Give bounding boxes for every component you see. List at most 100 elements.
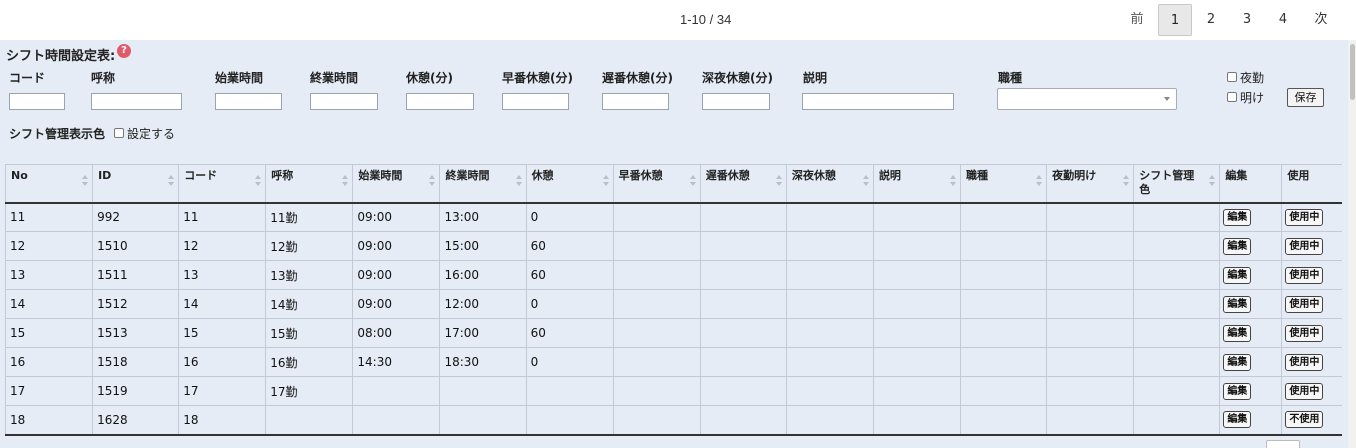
- help-icon[interactable]: ?: [117, 44, 131, 58]
- night-break-input[interactable]: [702, 93, 770, 110]
- after-night-checkbox[interactable]: [1227, 92, 1237, 102]
- save-button[interactable]: 保存: [1287, 88, 1324, 107]
- pager-page-2[interactable]: 2: [1196, 4, 1226, 36]
- use-status-button[interactable]: 使用中: [1285, 382, 1324, 400]
- use-status-button[interactable]: 使用中: [1285, 353, 1324, 371]
- scrollbar-track[interactable]: [1348, 40, 1356, 448]
- cell-end: 15:00: [439, 231, 527, 261]
- col-header-code[interactable]: コード: [178, 164, 266, 204]
- edit-button[interactable]: 編集: [1223, 266, 1252, 284]
- pager-page-3[interactable]: 3: [1232, 4, 1262, 36]
- name-input[interactable]: [91, 93, 182, 110]
- use-status-button[interactable]: 使用中: [1285, 208, 1324, 226]
- col-header-no[interactable]: No: [4, 164, 93, 204]
- label-break: 休憩(分): [406, 71, 453, 85]
- edit-button[interactable]: 編集: [1223, 324, 1252, 342]
- cell-night-after: [1046, 405, 1134, 436]
- late-break-input[interactable]: [602, 93, 669, 110]
- col-header-early-break[interactable]: 早番休憩: [612, 164, 701, 204]
- col-header-id[interactable]: ID: [92, 164, 179, 204]
- label-desc: 説明: [803, 71, 828, 85]
- cell-name: 14勤: [265, 289, 353, 319]
- cell-break: 60: [525, 318, 614, 348]
- col-header-name[interactable]: 呼称: [265, 164, 353, 204]
- col-header-late-break[interactable]: 遅番休憩: [699, 164, 787, 204]
- cell-edit: 編集: [1219, 289, 1282, 319]
- use-status-button[interactable]: 不使用: [1285, 411, 1324, 429]
- col-header-edit: 編集: [1219, 164, 1282, 204]
- use-status-button[interactable]: 使用中: [1285, 295, 1324, 313]
- cell-edit: 編集: [1219, 376, 1282, 406]
- edit-button[interactable]: 編集: [1223, 411, 1252, 429]
- chevron-down-icon: [1164, 97, 1170, 101]
- edit-button[interactable]: 編集: [1223, 208, 1252, 226]
- col-header-use: 使用: [1281, 164, 1342, 204]
- cell-early-break: [612, 231, 701, 261]
- use-status-button[interactable]: 使用中: [1285, 266, 1324, 284]
- after-night-label: 明け: [1240, 91, 1265, 105]
- cell-use: 使用中: [1281, 231, 1342, 261]
- cell-id: 1510: [92, 231, 179, 261]
- col-header-shift-color[interactable]: シフト管理色: [1133, 164, 1220, 204]
- col-header-night-break[interactable]: 深夜休憩: [785, 164, 874, 204]
- start-time-input[interactable]: [215, 93, 282, 110]
- cell-no: 17: [4, 376, 93, 406]
- pager-next[interactable]: 次: [1304, 4, 1338, 36]
- cell-shift-color: [1133, 260, 1220, 290]
- cell-name: 13勤: [265, 260, 353, 290]
- color-setting-label: 設定する: [127, 127, 176, 141]
- label-end: 終業時間: [310, 71, 359, 85]
- sort-icon: [429, 175, 436, 189]
- pager-page-4[interactable]: 4: [1268, 4, 1298, 36]
- sort-icon: [689, 175, 696, 189]
- pager-page-current[interactable]: 1: [1158, 4, 1192, 36]
- cell-late-break: [699, 289, 787, 319]
- scrollbar-thumb[interactable]: [1350, 44, 1355, 100]
- pagination-bar: 1-10 / 34 前 1 2 3 4 次: [0, 0, 1356, 40]
- cell-night-break: [785, 202, 874, 232]
- cell-late-break: [699, 260, 787, 290]
- break-input[interactable]: [406, 93, 474, 110]
- cell-night-after: [1046, 289, 1134, 319]
- cell-desc: [872, 289, 961, 319]
- cell-name: 12勤: [265, 231, 353, 261]
- col-header-end[interactable]: 終業時間: [439, 164, 527, 204]
- cell-shift-color: [1133, 289, 1220, 319]
- night-shift-label: 夜勤: [1240, 71, 1265, 85]
- col-header-job[interactable]: 職種: [960, 164, 1047, 204]
- desc-input[interactable]: [802, 93, 954, 110]
- col-header-night-after[interactable]: 夜勤明け: [1046, 164, 1134, 204]
- col-header-start[interactable]: 始業時間: [352, 164, 440, 204]
- cell-end: 12:00: [439, 289, 527, 319]
- shift-table: No ID コード 呼称 始業時間 終業時間 休憩 早番休憩 遅番休憩 深夜休憩…: [4, 164, 1342, 436]
- pager-prev[interactable]: 前: [1120, 4, 1154, 36]
- early-break-input[interactable]: [502, 93, 569, 110]
- cell-desc: [872, 231, 961, 261]
- job-select[interactable]: [997, 88, 1177, 110]
- cell-night-break: [785, 318, 874, 348]
- cell-night-after: [1046, 260, 1134, 290]
- edit-button[interactable]: 編集: [1223, 353, 1252, 371]
- cell-edit: 編集: [1219, 260, 1282, 290]
- end-time-input[interactable]: [310, 93, 378, 110]
- edit-button[interactable]: 編集: [1223, 382, 1252, 400]
- cell-job: [960, 347, 1047, 377]
- table-row: 12 1510 12 12勤 09:00 15:00 60 編集 使用中: [4, 231, 1342, 261]
- label-start: 始業時間: [215, 71, 264, 85]
- sort-icon: [342, 175, 349, 189]
- night-shift-checkbox[interactable]: [1227, 72, 1237, 82]
- code-input[interactable]: [9, 93, 65, 110]
- edit-button[interactable]: 編集: [1223, 295, 1252, 313]
- color-setting-checkbox[interactable]: [114, 128, 124, 138]
- edit-button[interactable]: 編集: [1223, 237, 1252, 255]
- cell-code: 15: [178, 318, 266, 348]
- use-status-button[interactable]: 使用中: [1285, 237, 1324, 255]
- shift-table-wrap: No ID コード 呼称 始業時間 終業時間 休憩 早番休憩 遅番休憩 深夜休憩…: [4, 164, 1342, 436]
- col-header-desc[interactable]: 説明: [872, 164, 961, 204]
- bottom-control[interactable]: [1266, 440, 1300, 448]
- col-header-break[interactable]: 休憩: [525, 164, 614, 204]
- cell-job: [960, 231, 1047, 261]
- cell-desc: [872, 376, 961, 406]
- table-header-row: No ID コード 呼称 始業時間 終業時間 休憩 早番休憩 遅番休憩 深夜休憩…: [4, 164, 1342, 204]
- use-status-button[interactable]: 使用中: [1285, 324, 1324, 342]
